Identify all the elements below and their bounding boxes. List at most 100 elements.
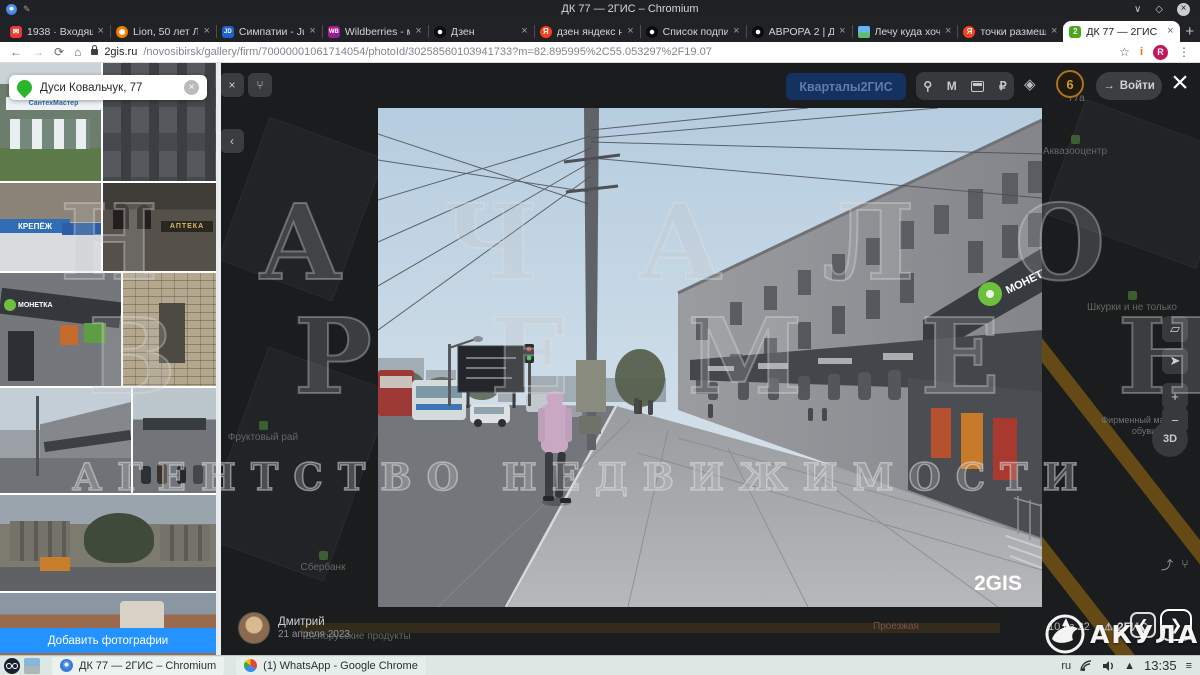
tab-2gis-active[interactable]: ДК 77 — 2ГИС× [1063,21,1179,42]
transport-icon[interactable] [971,81,984,92]
thumbnail-street[interactable] [0,388,131,493]
map-label-sberbank[interactable]: Сбербанк [288,551,358,574]
thumbnail-classic-building[interactable] [0,495,216,591]
back-icon[interactable]: ← [10,46,22,58]
routes-icon[interactable]: ⑂ [1176,555,1194,573]
next-photo-button[interactable]: ❯ [1160,609,1192,641]
street-photo-svg: МОНЕТКА [378,108,1042,607]
ruble-icon[interactable]: ₽ [999,79,1007,93]
tab-close-icon[interactable]: × [839,26,845,37]
friends-icon[interactable]: ⚲ [923,79,932,93]
url-domain: 2gis.ru [104,46,137,58]
login-button[interactable]: →Войти [1096,72,1162,100]
jd-icon [222,26,234,38]
minimize-button[interactable]: ∨ [1134,4,1141,15]
tab-close-icon[interactable]: × [1051,26,1057,37]
previous-photo-button[interactable]: ❮ [1130,612,1156,638]
tab-dzen[interactable]: Дзен× [428,21,534,42]
network-icon[interactable] [1080,660,1093,672]
add-photos-button[interactable]: Добавить фотографии [0,628,216,653]
system-app-icon[interactable] [24,658,40,674]
sidebar-scrollbar[interactable] [216,63,221,655]
friends-badge[interactable]: 6 [1056,70,1084,98]
layers-icon[interactable]: ◈ [1024,75,1036,93]
app-launcher-icon[interactable] [4,658,20,674]
monetka-logo [4,299,16,311]
tab-close-icon[interactable]: × [1167,26,1173,37]
map-block [1044,99,1200,269]
2gis-icon [1069,26,1081,38]
tray-menu-icon[interactable]: ≡ [1186,660,1192,672]
keyboard-layout[interactable]: ru [1061,660,1071,672]
author-avatar[interactable] [238,612,270,644]
tab-wildberries[interactable]: Wildberries - мо× [322,21,428,42]
street-photo[interactable]: МОНЕТКА [378,108,1042,607]
bookmark-star-icon[interactable]: ☆ [1119,46,1130,58]
home-icon[interactable]: ⌂ [74,46,81,58]
map-label-fruit[interactable]: Фруктовый рай [218,421,308,444]
volume-icon[interactable] [1102,660,1115,672]
zoom-in-button[interactable]: + [1162,383,1188,409]
tab-close-icon[interactable]: × [627,26,633,37]
tab-subscriptions[interactable]: Список подписо× [640,21,746,42]
profile-avatar[interactable]: R [1153,45,1168,60]
search-box[interactable]: Дуси Ковальчук, 77 × [9,75,207,100]
tab-close-icon[interactable]: × [521,26,527,37]
browser-menu-icon[interactable]: ⋮ [1178,46,1190,58]
metro-icon[interactable]: M [947,79,957,93]
tab-mail[interactable]: 1938 · Входящи× [4,21,110,42]
locate-icon[interactable]: ➤ [1162,348,1188,374]
forward-icon[interactable]: → [32,46,44,58]
tab-lion[interactable]: Lion, 50 лет Лев× [110,21,216,42]
map-label-shkurki[interactable]: Шкурки и не только [1072,291,1192,314]
tab-yandex-news[interactable]: дзен яндекс но× [534,21,640,42]
map-label-aquazoo[interactable]: Аквазооцентр [1030,135,1120,158]
task-chromium[interactable]: ДК 77 — 2ГИС – Chromium [52,657,224,675]
photo-caption: Дмитрий 21 апреля 2023 [238,612,350,644]
thumbnail-krepezh[interactable]: КРЕПЁЖ [0,183,101,271]
collapse-panel-icon[interactable]: ‹ [220,129,244,153]
tab-close-icon[interactable]: × [98,26,104,37]
reload-icon[interactable]: ⟳ [54,46,64,58]
extension-icon[interactable]: i [1140,46,1143,58]
viewer-close-button[interactable]: × [1164,67,1196,99]
tab-sympathy[interactable]: Симпатии - Juli× [216,21,322,42]
share-icon[interactable]: ⤴ [1158,555,1176,573]
task-whatsapp[interactable]: (1) WhatsApp - Google Chrome [236,657,426,675]
dzen-icon [434,26,446,38]
tab-close-icon[interactable]: × [203,26,209,37]
3d-mode-button[interactable]: 3D [1152,421,1188,457]
map-toolbar: ⚲ M ₽ [916,72,1014,100]
author-name: Дмитрий [278,616,350,628]
maximize-button[interactable]: ◇ [1155,4,1163,15]
tab-travel[interactable]: Лечу куда хочу× [852,21,958,42]
tab-close-icon[interactable]: × [945,26,951,37]
tab-close-icon[interactable]: × [415,26,421,37]
search-value: Дуси Ковальчук, 77 [40,82,176,94]
lock-icon [91,49,98,55]
ruler-icon[interactable]: ▱ [1162,316,1188,342]
thumbnail-corner[interactable] [133,388,216,493]
panel-close-icon[interactable]: × [220,73,244,97]
address-field[interactable]: 2gis.ru /novosibirsk/gallery/firm/700000… [91,46,1109,58]
photo-icon [858,26,870,38]
clear-search-icon[interactable]: × [184,80,199,95]
page-content: 77а Аквазооцентр Шкурки и не только Фирм… [0,63,1200,655]
tab-close-icon[interactable]: × [309,26,315,37]
new-tab-button[interactable]: + [1180,21,1200,42]
tab-placement[interactable]: точки размещен× [957,21,1063,42]
close-window-button[interactable]: × [1177,3,1190,16]
clock[interactable]: 13:35 [1144,658,1177,673]
tab-avrora[interactable]: АВРОРА 2 | Дзен× [746,21,852,42]
thumbnail-brick-wall[interactable] [123,273,216,386]
thumbnail-monetka[interactable]: МОНЕТКА [0,273,121,386]
route-icon[interactable]: ⑂ [248,73,272,97]
warning-icon[interactable]: ⚠ [1104,622,1113,633]
tab-close-icon[interactable]: × [733,26,739,37]
screen: ✎ ДК 77 — 2ГИС – Chromium ∨ ◇ × 1938 · В… [0,0,1200,675]
quarters-2gis-button[interactable]: Кварталы2ГИС [786,73,906,100]
tab-bar: 1938 · Входящи× Lion, 50 лет Лев× Симпат… [0,18,1200,42]
pin-icon: ✎ [23,4,31,15]
thumbnail-apteka[interactable]: АПТЕКА [103,183,216,271]
tray-expand-icon[interactable]: ▲ [1124,660,1135,672]
